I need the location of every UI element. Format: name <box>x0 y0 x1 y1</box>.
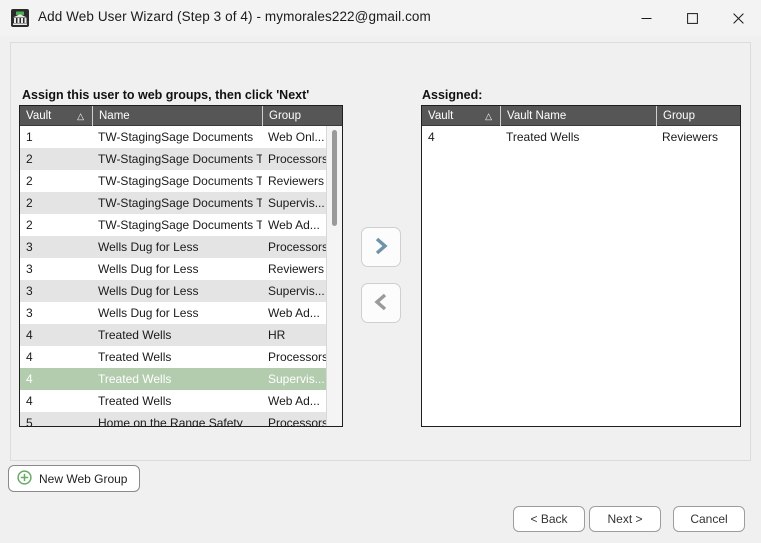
cell-vault: 4 <box>26 394 33 408</box>
cell-vault: 4 <box>428 130 435 144</box>
window-controls <box>623 0 761 36</box>
cell-vault: 2 <box>26 152 33 166</box>
table-row[interactable]: 2 TW-StagingSage Documents Test Web Ad... <box>20 214 342 236</box>
assigned-groups-header: Vault △ Vault Name Group <box>422 106 740 126</box>
table-row[interactable]: 3 Wells Dug for Less Processors <box>20 236 342 258</box>
cell-name: Treated Wells <box>98 372 172 386</box>
minimize-icon <box>641 13 652 24</box>
cancel-button[interactable]: Cancel <box>673 506 745 532</box>
table-row[interactable]: 2 TW-StagingSage Documents Test Processors <box>20 148 342 170</box>
table-row[interactable]: 4 Treated Wells HR <box>20 324 342 346</box>
client-area: Assign this user to web groups, then cli… <box>0 36 761 543</box>
table-row[interactable]: 1 TW-StagingSage Documents Web Onl... <box>20 126 342 148</box>
left-list-caption: Assign this user to web groups, then cli… <box>22 88 310 102</box>
cell-name: TW-StagingSage Documents Test <box>98 196 262 210</box>
cell-vault: 2 <box>26 196 33 210</box>
cell-vault: 1 <box>26 130 33 144</box>
vertical-scrollbar[interactable] <box>326 126 342 426</box>
assigned-column-header-group[interactable]: Group <box>656 106 740 126</box>
available-groups-header: Vault △ Name Group <box>20 106 342 126</box>
close-icon <box>732 12 744 24</box>
assigned-groups-list[interactable]: Vault △ Vault Name Group 4 Treated Wells R… <box>421 105 741 427</box>
column-header-vault[interactable]: Vault △ <box>20 106 92 126</box>
minimize-button[interactable] <box>623 0 669 36</box>
column-header-vault-label: Vault <box>26 109 52 122</box>
column-header-name[interactable]: Name <box>92 106 262 126</box>
assigned-column-header-vault[interactable]: Vault △ <box>422 106 500 126</box>
cell-vault: 3 <box>26 240 33 254</box>
table-row[interactable]: 4 Treated Wells Processors <box>20 346 342 368</box>
table-row[interactable]: 2 TW-StagingSage Documents Test Reviewers <box>20 170 342 192</box>
available-groups-list[interactable]: Vault △ Name Group 1 TW-StagingSage Docum… <box>19 105 343 427</box>
assign-button[interactable] <box>361 227 401 267</box>
cell-name: Treated Wells <box>98 328 172 342</box>
cell-vault: 4 <box>26 328 33 342</box>
cell-name: TW-StagingSage Documents <box>98 130 254 144</box>
vault-building-icon <box>10 8 30 28</box>
cell-vault: 3 <box>26 284 33 298</box>
next-button[interactable]: Next > <box>589 506 661 532</box>
table-row[interactable]: 4 Treated Wells Supervis... <box>20 368 342 390</box>
scrollbar-thumb[interactable] <box>332 130 337 226</box>
available-groups-rows: 1 TW-StagingSage Documents Web Onl... 2 TW-S… <box>20 126 342 426</box>
table-row[interactable]: 4 Treated Wells Web Ad... <box>20 390 342 412</box>
cell-group: Reviewers <box>662 130 719 144</box>
cell-name: Wells Dug for Less <box>98 240 199 254</box>
chevron-right-icon <box>371 236 391 259</box>
close-button[interactable] <box>715 0 761 36</box>
cell-vault: 4 <box>26 350 33 364</box>
table-row[interactable]: 3 Wells Dug for Less Web Ad... <box>20 302 342 324</box>
cell-name: TW-StagingSage Documents Test <box>98 152 262 166</box>
table-row[interactable]: 4 Treated Wells Reviewers <box>422 126 740 148</box>
assigned-column-header-vault-name[interactable]: Vault Name <box>500 106 656 126</box>
table-row[interactable]: 3 Wells Dug for Less Supervis... <box>20 280 342 302</box>
cell-name: TW-StagingSage Documents Test <box>98 218 262 232</box>
cell-vault: 3 <box>26 262 33 276</box>
assigned-groups-rows: 4 Treated Wells Reviewers <box>422 126 740 426</box>
sort-ascending-icon: △ <box>77 110 84 121</box>
cell-name: TW-StagingSage Documents Test <box>98 174 262 188</box>
cell-name: Home on the Range Safety <box>98 416 243 426</box>
table-row[interactable]: 5 Home on the Range Safety Processors <box>20 412 342 426</box>
unassign-button[interactable] <box>361 283 401 323</box>
plus-circle-icon <box>17 469 32 488</box>
cell-name: Treated Wells <box>98 394 172 408</box>
cell-name: Treated Wells <box>506 130 580 144</box>
new-web-group-button[interactable]: New Web Group <box>8 465 141 492</box>
cell-vault: 3 <box>26 306 33 320</box>
back-button[interactable]: < Back <box>513 506 585 532</box>
maximize-button[interactable] <box>669 0 715 36</box>
cell-name: Wells Dug for Less <box>98 306 199 320</box>
window-title: Add Web User Wizard (Step 3 of 4) - mymo… <box>38 9 431 24</box>
assigned-sort-ascending-icon: △ <box>485 110 492 121</box>
table-row[interactable]: 2 TW-StagingSage Documents Test Supervis..… <box>20 192 342 214</box>
cell-name: Treated Wells <box>98 350 172 364</box>
cell-vault: 5 <box>26 416 33 426</box>
new-web-group-label: New Web Group <box>39 471 128 486</box>
assigned-column-header-vault-label: Vault <box>428 109 454 122</box>
cell-vault: 4 <box>26 372 33 386</box>
table-row[interactable]: 3 Wells Dug for Less Reviewers <box>20 258 342 280</box>
cell-name: Wells Dug for Less <box>98 284 199 298</box>
column-header-group[interactable]: Group <box>262 106 340 126</box>
title-bar: Add Web User Wizard (Step 3 of 4) - mymo… <box>0 0 761 37</box>
cell-vault: 2 <box>26 174 33 188</box>
assigned-caption: Assigned: <box>422 88 483 102</box>
maximize-icon <box>686 12 698 24</box>
chevron-left-icon <box>371 292 391 315</box>
cell-name: Wells Dug for Less <box>98 262 199 276</box>
cell-vault: 2 <box>26 218 33 232</box>
